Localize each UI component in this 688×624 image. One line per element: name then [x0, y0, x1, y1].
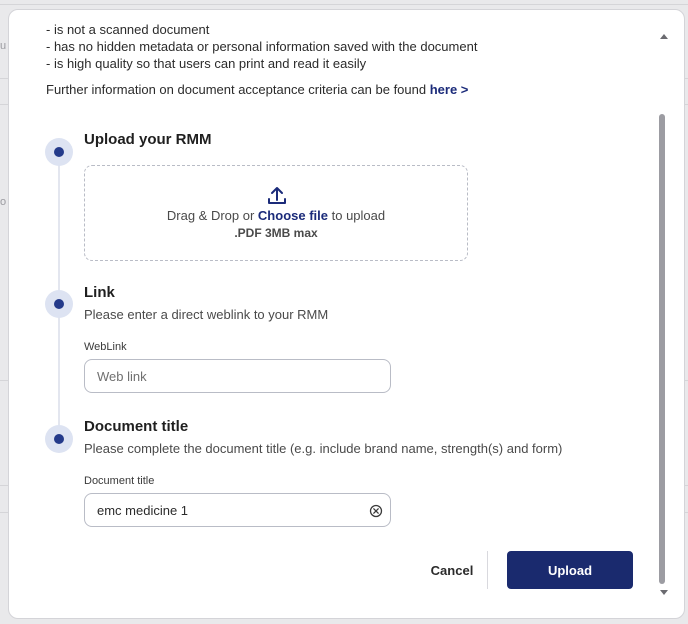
- step-description-link: Please enter a direct weblink to your RM…: [84, 307, 329, 322]
- document-title-input[interactable]: [84, 493, 391, 527]
- step-description-document-title: Please complete the document title (e.g.…: [84, 441, 563, 456]
- criteria-item: - is not a scanned document: [46, 22, 210, 37]
- file-dropzone[interactable]: Drag & Drop or Choose file to upload .PD…: [84, 165, 468, 261]
- scroll-up-icon[interactable]: [660, 34, 668, 39]
- dropzone-instructions: Drag & Drop or Choose file to upload: [85, 208, 467, 223]
- document-title-label: Document title: [84, 475, 155, 487]
- scroll-down-icon[interactable]: [660, 590, 668, 595]
- upload-icon: [268, 187, 286, 204]
- clear-icon[interactable]: [369, 504, 383, 518]
- upload-button[interactable]: Upload: [507, 551, 633, 589]
- dropzone-size-limit: .PDF 3MB max: [234, 226, 318, 240]
- further-info-link[interactable]: here >: [430, 82, 469, 97]
- upload-rmm-modal: - is not a scanned document - has no hid…: [8, 9, 685, 619]
- step-title-link: Link: [84, 284, 115, 301]
- background-glyph: u: [0, 40, 7, 52]
- further-info-text: Further information on document acceptan…: [46, 82, 430, 97]
- dropzone-suffix: to upload: [328, 208, 386, 223]
- modal-scrollbar[interactable]: [657, 28, 671, 598]
- step-title-upload: Upload your RMM: [84, 131, 212, 148]
- criteria-item: - is high quality so that users can prin…: [46, 56, 367, 71]
- background-glyph: o: [0, 196, 7, 208]
- background-divider: [0, 4, 688, 5]
- weblink-input[interactable]: [84, 359, 391, 393]
- step-title-document-title: Document title: [84, 418, 189, 435]
- scrollbar-thumb[interactable]: [659, 114, 665, 584]
- button-divider: [487, 551, 488, 589]
- choose-file-link[interactable]: Choose file: [258, 208, 328, 223]
- step-marker-upload: [45, 138, 73, 166]
- further-info: Further information on document acceptan…: [46, 82, 468, 97]
- modal-content: - is not a scanned document - has no hid…: [9, 10, 659, 618]
- dropzone-prefix: Drag & Drop or: [166, 208, 258, 223]
- cancel-button[interactable]: Cancel: [421, 551, 483, 589]
- weblink-label: WebLink: [84, 341, 127, 353]
- step-marker-link: [45, 290, 73, 318]
- step-marker-document-title: [45, 425, 73, 453]
- criteria-item: - has no hidden metadata or personal inf…: [46, 39, 478, 54]
